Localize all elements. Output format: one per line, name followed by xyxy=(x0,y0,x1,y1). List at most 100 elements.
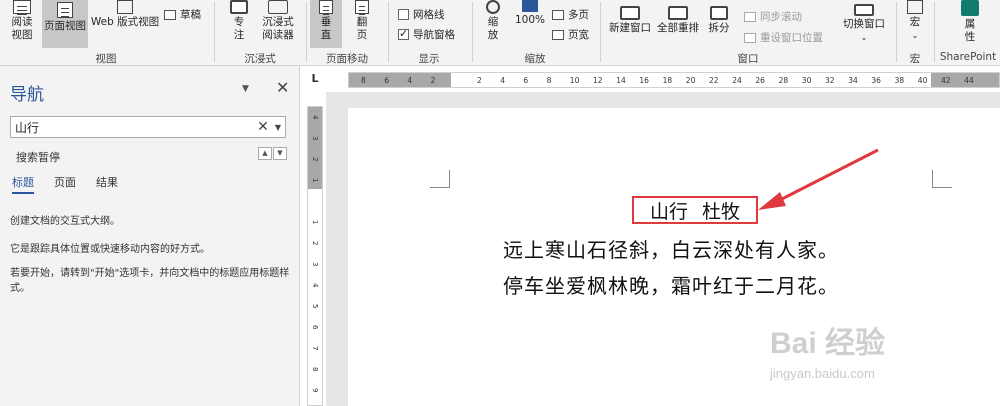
poem-line-1[interactable]: 远上寒山石径斜，白云深处有人家。 xyxy=(503,234,839,263)
group-label-sharepoint: SharePoint xyxy=(939,51,997,63)
ruler-tick-label: 20 xyxy=(685,76,696,85)
nav-pane-checkbox[interactable]: 导航窗格 xyxy=(398,27,455,42)
ruler-tick-label: 8 xyxy=(311,367,319,372)
gridlines-check-icon xyxy=(398,9,409,20)
draft-button[interactable]: 草稿 xyxy=(164,7,201,22)
search-options-icon[interactable]: ▼ xyxy=(271,123,285,132)
ruler-tick-label: 1 xyxy=(311,178,319,183)
properties-button[interactable]: 属 性 xyxy=(950,0,990,48)
poem-title: 山行 xyxy=(649,200,688,223)
ruler-tick-label: 4 xyxy=(407,76,413,85)
ruler-tick-label: 16 xyxy=(639,76,649,85)
gridlines-checkbox[interactable]: 网格线 xyxy=(398,7,445,22)
navigation-pane: 导航 ▼ ✕ 山行 ✕ ▼ 搜索暂停 ▲ ▼ 标题 页面 结果 创建文档的交互式… xyxy=(0,66,300,406)
chevron-down-icon: ⌄ xyxy=(860,33,868,42)
focus-button[interactable]: 专 注 xyxy=(222,0,256,48)
page-width-icon xyxy=(552,29,564,40)
ruler-tick-label: 34 xyxy=(848,76,858,85)
poem-line-2[interactable]: 停车坐爱枫林晚，霜叶红于二月花。 xyxy=(503,270,839,299)
ruler-tick-label: 9 xyxy=(311,388,319,393)
ruler-tick-label: 14 xyxy=(616,76,626,85)
previous-result-icon[interactable]: ▲ xyxy=(258,147,272,160)
split-button[interactable]: 拆分 xyxy=(704,0,734,48)
magnifier-icon xyxy=(486,0,500,14)
macros-button[interactable]: 宏 ⌄ xyxy=(900,0,930,48)
multi-page-icon xyxy=(552,9,564,20)
tab-headings[interactable]: 标题 xyxy=(12,174,34,194)
next-result-icon[interactable]: ▼ xyxy=(273,147,287,160)
divider xyxy=(934,2,935,62)
zoom-100-icon xyxy=(522,0,538,12)
group-label-window: 窗口 xyxy=(737,53,759,65)
sharepoint-icon xyxy=(961,0,979,16)
reset-window-icon xyxy=(744,32,756,43)
watermark-logo: Bai 经验 xyxy=(770,327,886,360)
ruler-tick-label: 6 xyxy=(384,76,389,85)
sync-scroll-button[interactable]: 同步滚动 xyxy=(744,9,802,24)
tab-pages[interactable]: 页面 xyxy=(54,174,76,194)
horizontal-ruler[interactable]: 8 6 4 2 2 4 6 8 10 12 14 16 18 20 22 24 26 28 30 32 34 36 38 40… xyxy=(348,72,1000,88)
arrange-all-icon xyxy=(668,6,688,20)
ruler-tick-label: 36 xyxy=(871,76,881,85)
ruler-tick-label: 1 xyxy=(311,220,319,225)
web-layout-button[interactable]: Web 版式视图 xyxy=(90,0,160,48)
ruler-tick-label: 4 xyxy=(311,283,319,288)
chevron-down-icon: ⌄ xyxy=(911,31,919,40)
vertical-button[interactable]: 垂 直 xyxy=(310,0,342,48)
switch-window-button[interactable]: 切换窗口 ⌄ xyxy=(838,0,890,48)
tab-selector[interactable]: L xyxy=(305,72,325,90)
crop-mark xyxy=(430,170,450,188)
sync-scroll-icon xyxy=(744,11,756,22)
nav-help-text-3: 若要开始，请转到"开始"选项卡，并向文档中的标题应用标题样式。 xyxy=(10,268,290,294)
ruler-tick-label: 5 xyxy=(311,304,319,309)
new-window-button[interactable]: 新建窗口 xyxy=(606,0,654,48)
poem-author: 杜牧 xyxy=(702,200,741,223)
nav-tabs: 标题 页面 结果 xyxy=(12,174,118,194)
read-mode-button[interactable]: 阅读 视图 xyxy=(4,0,40,48)
ruler-tick-label: 18 xyxy=(662,76,673,85)
ruler-tick-label: 2 xyxy=(311,241,319,246)
ribbon: 阅读 视图 页面视图 Web 版式视图 草稿 视图 专 注 沉浸式 阅读器 沉浸… xyxy=(0,0,1000,66)
read-mode-icon xyxy=(13,0,31,14)
print-layout-button[interactable]: 页面视图 xyxy=(42,0,88,48)
group-label-macros: 宏 xyxy=(909,53,921,65)
ruler-tick-label: 2 xyxy=(477,76,482,85)
nav-options-icon[interactable]: ▼ xyxy=(242,84,249,94)
ruler-tick-label: 40 xyxy=(917,76,928,85)
ruler-tick-label: 8 xyxy=(546,76,552,85)
side-to-side-icon xyxy=(355,0,369,14)
nav-search-input[interactable]: 山行 ✕ ▼ xyxy=(10,116,286,138)
immersive-reader-button[interactable]: 沉浸式 阅读器 xyxy=(256,0,300,48)
poem-title-highlighted[interactable]: 山行 杜牧 xyxy=(632,196,758,224)
group-label-show: 显示 xyxy=(418,53,440,65)
tab-results[interactable]: 结果 xyxy=(96,174,118,194)
group-label-views: 视图 xyxy=(95,53,117,65)
multi-page-button[interactable]: 多页 xyxy=(552,7,589,22)
vertical-icon xyxy=(319,0,333,14)
vertical-ruler[interactable]: 4 3 2 1 1 2 3 4 5 6 7 8 9 xyxy=(307,106,323,406)
nav-help-text-1: 创建文档的交互式大纲。 xyxy=(10,216,120,227)
page-width-button[interactable]: 页宽 xyxy=(552,27,589,42)
reset-window-button[interactable]: 重设窗口位置 xyxy=(744,30,823,45)
group-label-immersive: 沉浸式 xyxy=(244,53,276,65)
focus-icon xyxy=(230,0,248,14)
arrange-all-button[interactable]: 全部重排 xyxy=(654,0,702,48)
clear-search-icon[interactable]: ✕ xyxy=(255,119,271,135)
ruler-tick-label: 4 xyxy=(500,76,505,85)
ruler-tick-label: 28 xyxy=(778,76,789,85)
split-icon xyxy=(710,6,728,20)
immersive-reader-icon xyxy=(268,0,288,14)
zoom-button[interactable]: 缩 放 xyxy=(478,0,508,48)
new-window-icon xyxy=(620,6,640,20)
ruler-tick-label: 2 xyxy=(430,76,436,85)
zoom-100-button[interactable]: 100% xyxy=(512,0,548,48)
draft-icon xyxy=(164,9,176,20)
ruler-tick-label: 7 xyxy=(311,346,319,351)
close-icon[interactable]: ✕ xyxy=(276,78,289,97)
ruler-tick-label: 22 xyxy=(709,76,719,85)
nav-search-value: 山行 xyxy=(15,120,40,135)
ruler-tick-label: 8 xyxy=(361,76,366,85)
side-to-side-button[interactable]: 翻 页 xyxy=(346,0,378,48)
ruler-tick-label: 3 xyxy=(311,136,319,141)
ruler-tick-label: 6 xyxy=(311,325,319,330)
